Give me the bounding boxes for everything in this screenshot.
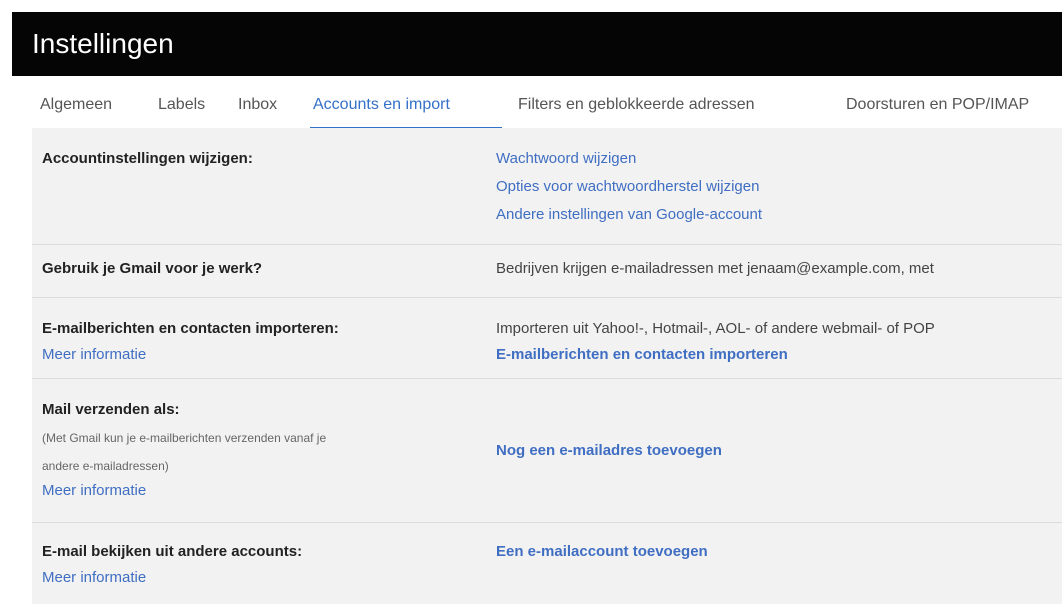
import-mail-contacts-link[interactable]: E-mailberichten en contacten importeren	[496, 346, 788, 363]
add-mail-account-link[interactable]: Een e-mailaccount toevoegen	[496, 543, 708, 560]
tab-inbox[interactable]: Inbox	[238, 96, 277, 114]
account-settings-label: Accountinstellingen wijzigen:	[42, 150, 253, 167]
tab-accounts-import[interactable]: Accounts en import	[313, 96, 450, 114]
settings-content: Accountinstellingen wijzigen: Wachtwoord…	[32, 128, 1062, 604]
settings-header: Instellingen	[12, 12, 1062, 76]
send-mail-as-label: Mail verzenden als:	[42, 401, 180, 418]
other-google-account-settings-link[interactable]: Andere instellingen van Google-account	[496, 206, 762, 223]
row-check-other-accounts: E-mail bekijken uit andere accounts: Mee…	[32, 523, 1062, 604]
tab-general[interactable]: Algemeen	[40, 96, 112, 114]
add-email-address-link[interactable]: Nog een e-mailadres toevoegen	[496, 442, 722, 459]
tab-labels[interactable]: Labels	[158, 96, 205, 114]
import-label: E-mailberichten en contacten importeren:	[42, 320, 339, 337]
change-password-link[interactable]: Wachtwoord wijzigen	[496, 150, 636, 167]
change-recovery-options-link[interactable]: Opties voor wachtwoordherstel wijzigen	[496, 178, 759, 195]
row-send-mail-as: Mail verzenden als: (Met Gmail kun je e-…	[32, 379, 1062, 522]
tab-filters[interactable]: Filters en geblokkeerde adressen	[518, 96, 755, 114]
send-mail-as-description: (Met Gmail kun je e-mailberichten verzen…	[42, 431, 327, 445]
gmail-for-work-text: Bedrijven krijgen e-mailadressen met jen…	[496, 260, 934, 277]
row-gmail-for-work: Gebruik je Gmail voor je werk? Bedrijven…	[32, 245, 1062, 297]
settings-tabs: Algemeen Labels Inbox Accounts en import…	[0, 76, 1062, 128]
row-import: E-mailberichten en contacten importeren:…	[32, 298, 1062, 378]
row-account-settings: Accountinstellingen wijzigen: Wachtwoord…	[32, 128, 1062, 244]
gmail-for-work-label: Gebruik je Gmail voor je werk?	[42, 260, 263, 277]
check-other-accounts-more-info-link[interactable]: Meer informatie	[42, 569, 146, 586]
tab-forwarding[interactable]: Doorsturen en POP/IMAP	[846, 96, 1029, 114]
send-mail-as-more-info-link[interactable]: Meer informatie	[42, 482, 146, 499]
page-title: Instellingen	[32, 28, 174, 59]
check-other-accounts-label: E-mail bekijken uit andere accounts:	[42, 543, 303, 560]
send-mail-as-description-line2: andere e-mailadressen)	[42, 459, 169, 473]
import-more-info-link[interactable]: Meer informatie	[42, 346, 146, 363]
import-description: Importeren uit Yahoo!-, Hotmail-, AOL- o…	[496, 320, 935, 337]
